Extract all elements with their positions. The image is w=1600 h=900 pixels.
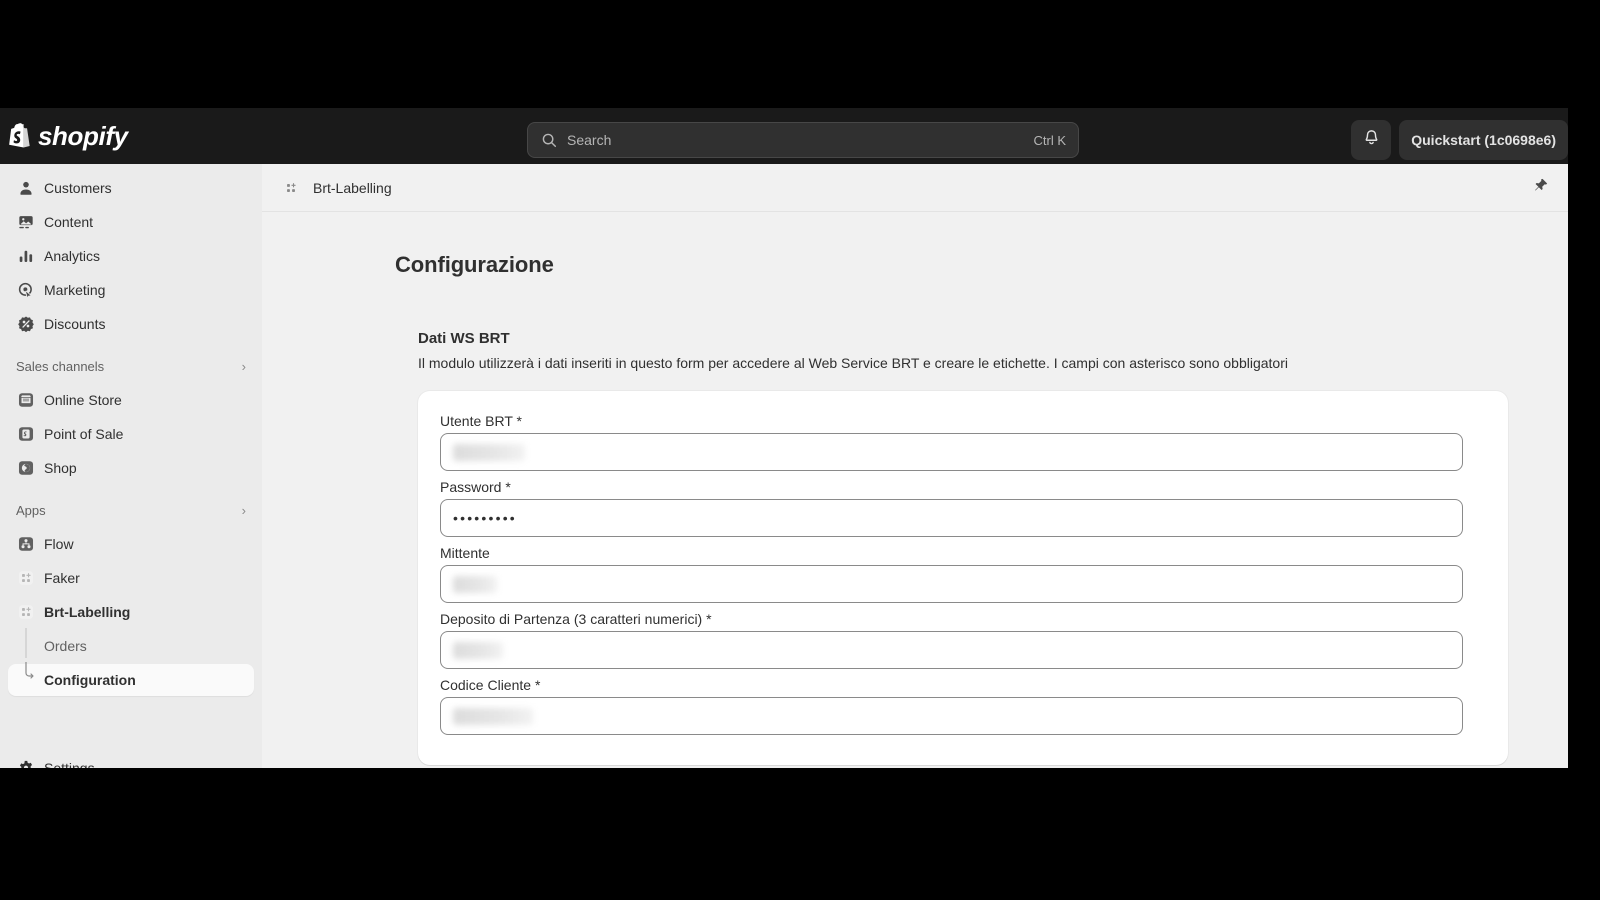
image-icon	[16, 212, 36, 232]
chevron-right-icon: ›	[241, 358, 246, 374]
sidebar-item-label: Online Store	[44, 392, 122, 408]
input-deposito-partenza[interactable]	[440, 631, 1463, 669]
shop-icon	[16, 458, 36, 478]
input-mittente[interactable]	[440, 565, 1463, 603]
sidebar-item-point-of-sale[interactable]: Point of Sale	[8, 418, 254, 450]
app-header-bar: Brt-Labelling	[262, 164, 1568, 212]
breadcrumb[interactable]: Brt-Labelling	[278, 174, 392, 201]
pin-icon	[1532, 177, 1549, 199]
sidebar-item-marketing[interactable]: Marketing	[8, 274, 254, 306]
target-icon	[16, 280, 36, 300]
sidebar-item-settings[interactable]: Settings	[8, 752, 254, 768]
bell-icon	[1362, 128, 1381, 152]
storefront-icon	[16, 390, 36, 410]
sidebar-item-label: Point of Sale	[44, 426, 124, 442]
sidebar-subitem-label: Configuration	[44, 672, 136, 688]
sidebar-item-content[interactable]: Content	[8, 206, 254, 238]
page-title: Configurazione	[395, 252, 554, 277]
app-placeholder-icon	[278, 174, 304, 201]
search-placeholder: Search	[567, 132, 612, 148]
tree-line-icon	[16, 628, 36, 658]
discount-badge-icon	[16, 314, 36, 334]
store-name-label: Quickstart (1c0698e6)	[1411, 132, 1556, 148]
sidebar-subitem-configuration[interactable]: Configuration	[8, 662, 254, 696]
gear-icon	[16, 758, 36, 768]
sidebar-item-label: Settings	[44, 760, 95, 768]
sidebar-item-label: Customers	[44, 180, 112, 196]
app-name-label: Brt-Labelling	[313, 179, 392, 196]
section-description: Il modulo utilizzerà i dati inseriti in …	[418, 355, 1288, 371]
search-icon	[540, 131, 558, 149]
top-navigation-bar: shopify Search Ctrl K Quickstart (1c0698…	[0, 108, 1568, 164]
sidebar-item-label: Marketing	[44, 282, 106, 298]
masked-value	[453, 443, 525, 461]
field-label-mittente: Mittente	[440, 545, 490, 561]
notifications-button[interactable]	[1351, 120, 1392, 160]
shopify-logo[interactable]: shopify	[8, 121, 248, 152]
configuration-form-card: Utente BRT * Password * ••••••••• Mitten…	[418, 391, 1508, 765]
sidebar-item-brt-labelling[interactable]: Brt-Labelling	[8, 596, 254, 628]
field-label-utente-brt: Utente BRT *	[440, 413, 522, 429]
sidebar-item-customers[interactable]: Customers	[8, 172, 254, 204]
app-placeholder-icon	[16, 602, 36, 622]
section-heading: Dati WS BRT	[418, 330, 510, 347]
person-icon	[16, 178, 36, 198]
pos-icon	[16, 424, 36, 444]
input-codice-cliente[interactable]	[440, 697, 1463, 735]
search-input[interactable]: Search Ctrl K	[527, 122, 1079, 158]
sidebar-item-label: Faker	[44, 570, 80, 586]
store-selector-button[interactable]: Quickstart (1c0698e6)	[1399, 120, 1568, 160]
search-shortcut-hint: Ctrl K	[1033, 132, 1067, 148]
sidebar-item-label: Analytics	[44, 248, 101, 264]
masked-value	[453, 641, 503, 659]
flow-app-icon	[16, 534, 36, 554]
sidebar-item-analytics[interactable]: Analytics	[8, 240, 254, 272]
bar-chart-icon	[16, 246, 36, 266]
configuration-section: Dati WS BRT Il modulo utilizzerà i dati …	[418, 330, 1508, 765]
sidebar-section-apps[interactable]: Apps ›	[8, 494, 254, 526]
topbar-right-cluster: Quickstart (1c0698e6)	[1351, 120, 1568, 160]
shopify-wordmark: shopify	[38, 120, 128, 151]
input-password[interactable]: •••••••••	[440, 499, 1463, 537]
page-scroll-region[interactable]: Configurazione Dati WS BRT Il modulo uti…	[262, 212, 1568, 768]
chevron-right-icon: ›	[241, 502, 246, 518]
sidebar-subitem-orders[interactable]: Orders	[8, 628, 254, 662]
tree-branch-icon	[16, 662, 36, 690]
sidebar-item-label: Content	[44, 214, 94, 230]
sidebar-section-sales-channels[interactable]: Sales channels ›	[8, 350, 254, 382]
sidebar-item-shop[interactable]: Shop	[8, 452, 254, 484]
field-label-codice-cliente: Codice Cliente *	[440, 677, 541, 693]
sidebar-item-discounts[interactable]: Discounts	[8, 308, 254, 340]
section-title: Apps	[16, 502, 46, 518]
sidebar-item-label: Brt-Labelling	[44, 604, 131, 620]
sidebar-item-online-store[interactable]: Online Store	[8, 384, 254, 416]
pin-app-button[interactable]	[1526, 174, 1554, 202]
sidebar-item-label: Discounts	[44, 316, 106, 332]
app-placeholder-icon	[16, 568, 36, 588]
masked-value	[453, 575, 497, 593]
shopify-bag-icon	[8, 123, 31, 149]
sidebar-item-faker[interactable]: Faker	[8, 562, 254, 594]
sidebar-subitem-label: Orders	[44, 638, 87, 654]
field-label-password: Password *	[440, 479, 511, 495]
sidebar-item-label: Shop	[44, 460, 77, 476]
masked-value	[453, 707, 533, 725]
section-title: Sales channels	[16, 358, 105, 374]
left-sidebar: Customers Content Analytics Marketing Di…	[0, 164, 262, 768]
password-masked-value: •••••••••	[453, 510, 517, 526]
sidebar-item-flow[interactable]: Flow	[8, 528, 254, 560]
main-content-area: Brt-Labelling Configurazione Dati WS BRT…	[262, 164, 1568, 768]
browser-viewport: shopify Search Ctrl K Quickstart (1c0698…	[0, 108, 1568, 768]
sidebar-item-label: Flow	[44, 536, 74, 552]
input-utente-brt[interactable]	[440, 433, 1463, 471]
field-label-deposito-partenza: Deposito di Partenza (3 caratteri numeri…	[440, 611, 712, 627]
